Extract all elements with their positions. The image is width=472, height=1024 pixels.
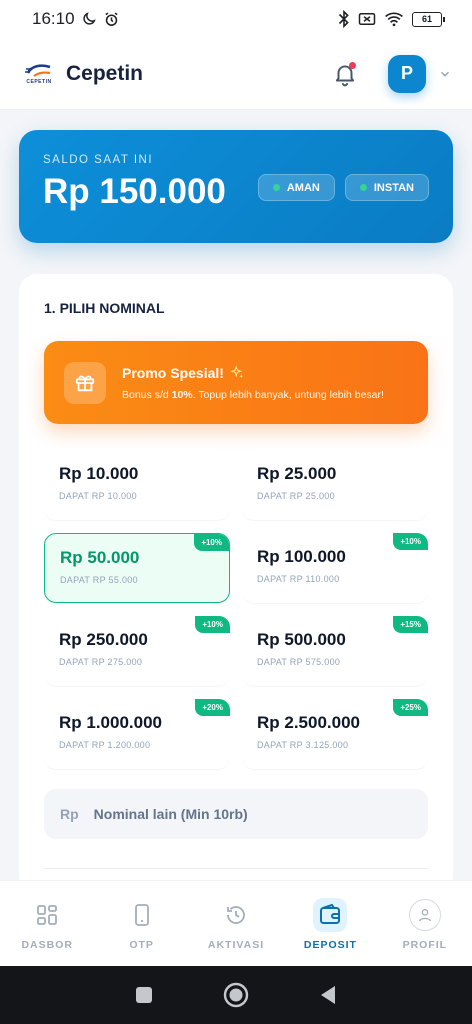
wallet-icon (320, 903, 341, 924)
bonus-badge: +25% (393, 699, 428, 716)
nav-profil[interactable]: PROFIL (378, 881, 472, 966)
nominal-option-50000[interactable]: Rp 50.000 DAPAT RP 55.000 +10% (44, 533, 230, 603)
nav-deposit[interactable]: DEPOSIT (283, 881, 377, 966)
bonus-badge: +10% (194, 534, 229, 551)
user-icon (418, 909, 431, 922)
bonus-badge: +10% (195, 616, 230, 633)
nominal-option-1000000[interactable]: Rp 1.000.000 DAPAT RP 1.200.000 +20% (44, 699, 230, 769)
logo-swoosh-icon (25, 63, 51, 77)
logo-text: CEPETIN (26, 78, 52, 85)
avatar-button[interactable]: P (388, 54, 426, 93)
no-sim-icon (358, 13, 376, 25)
nav-dasbor[interactable]: DASBOR (0, 881, 94, 966)
back-icon[interactable] (318, 984, 338, 1006)
section-title: 1. PILIH NOMINAL (44, 300, 165, 316)
green-dot-icon (272, 184, 280, 191)
moon-icon (82, 12, 96, 25)
phone-icon (134, 904, 149, 926)
bluetooth-icon (338, 10, 349, 28)
nav-aktivasi[interactable]: AKTIVASI (189, 881, 283, 966)
notification-dot (349, 61, 356, 69)
status-time: 16:10 (32, 9, 75, 28)
alarm-icon (104, 11, 118, 26)
nominal-option-2500000[interactable]: Rp 2.500.000 DAPAT RP 3.125.000 +25% (242, 699, 428, 769)
recents-icon[interactable] (134, 985, 154, 1005)
balance-label: SALDO SAAT INI (43, 154, 154, 166)
app-bar: CEPETIN Cepetin P (0, 38, 472, 110)
green-dot-icon (359, 184, 367, 191)
home-icon[interactable] (223, 982, 249, 1008)
promo-subtitle: Bonus s/d 10%. Topup lebih banyak, untun… (122, 388, 384, 401)
gift-icon (75, 375, 95, 391)
balance-card: SALDO SAAT INI Rp 150.000 AMAN INSTAN (19, 130, 453, 243)
nominal-option-250000[interactable]: Rp 250.000 DAPAT RP 275.000 +10% (44, 616, 230, 686)
grid-icon (37, 905, 58, 925)
custom-nominal-input[interactable]: Rp Nominal lain (Min 10rb) (44, 789, 428, 839)
notification-button[interactable] (332, 61, 358, 87)
battery-indicator: 61 (412, 11, 445, 27)
status-bar: 16:10 61 (0, 0, 472, 38)
wifi-icon (385, 12, 403, 27)
history-icon (227, 906, 245, 924)
nav-otp[interactable]: OTP (94, 881, 188, 966)
bottom-nav: DASBOR OTP AKTIVASI DEPOSIT PROFIL (0, 880, 472, 966)
brand-logo: CEPETIN (22, 59, 56, 89)
nominal-option-500000[interactable]: Rp 500.000 DAPAT RP 575.000 +15% (242, 616, 428, 686)
custom-nominal-placeholder: Nominal lain (Min 10rb) (93, 806, 248, 822)
system-nav-bar (0, 966, 472, 1024)
chip-aman: AMAN (257, 174, 335, 201)
chip-instan: INSTAN (344, 174, 429, 201)
brand-name: Cepetin (66, 61, 144, 85)
nominal-option-25000[interactable]: Rp 25.000 DAPAT RP 25.000 (242, 450, 428, 520)
promo-title: Promo Spesial! (122, 364, 224, 381)
chevron-down-icon[interactable] (438, 67, 452, 81)
nominal-option-100000[interactable]: Rp 100.000 DAPAT RP 110.000 +10% (242, 533, 428, 603)
currency-prefix: Rp (60, 806, 79, 822)
promo-banner: Promo Spesial! Bonus s/d 10%. Topup lebi… (44, 341, 428, 424)
sparkle-icon (230, 365, 244, 379)
bonus-badge: +15% (393, 616, 428, 633)
bonus-badge: +10% (393, 533, 428, 550)
nominal-option-10000[interactable]: Rp 10.000 DAPAT RP 10.000 (44, 450, 230, 520)
deposit-card: 1. PILIH NOMINAL Promo Spesial! Bonus s/… (19, 274, 453, 894)
section-divider (44, 868, 428, 869)
bonus-badge: +20% (195, 699, 230, 716)
promo-title-row: Promo Spesial! (122, 365, 384, 381)
gift-icon-box (64, 361, 106, 404)
